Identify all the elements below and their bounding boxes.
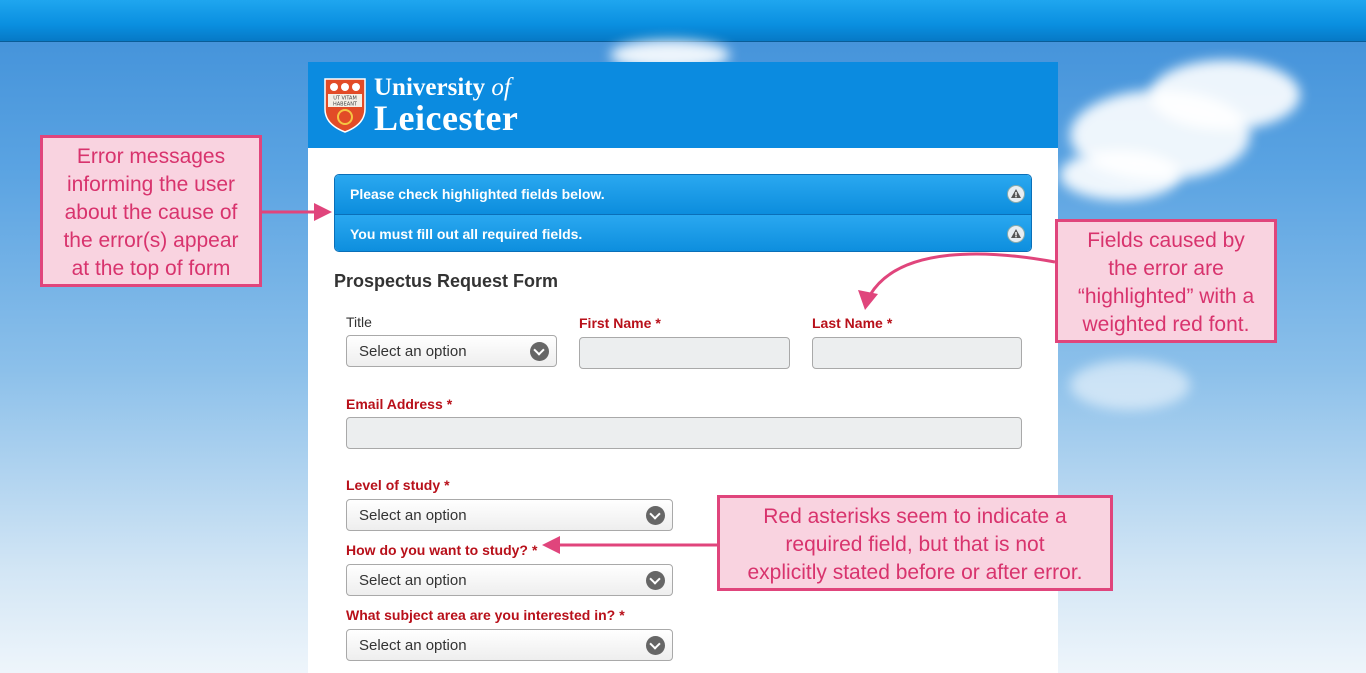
arrow-to-last-name xyxy=(858,252,1056,310)
arrow-to-asterisk xyxy=(542,536,717,554)
annotation-arrows xyxy=(262,203,1056,554)
arrow-to-alerts xyxy=(262,203,332,221)
